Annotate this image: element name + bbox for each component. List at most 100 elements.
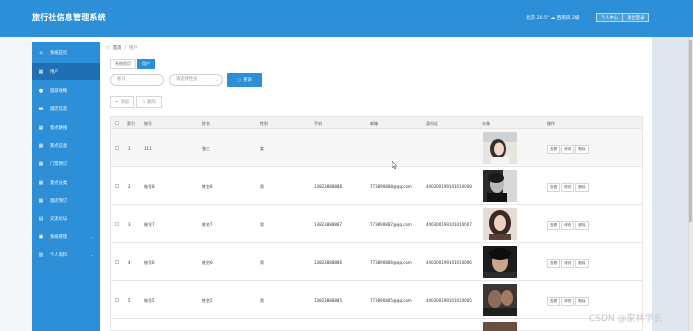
- cell-account: 账号7: [144, 222, 155, 227]
- sidebar-item-label: 景点路线: [50, 125, 68, 131]
- sidebar-item-label: 交流论坛: [50, 216, 68, 222]
- avatar: [483, 284, 517, 316]
- table-row[interactable]: 2 账号8 姓名8 男 13823888888 773890888@qq.com…: [110, 167, 643, 205]
- mouse-cursor-icon: [392, 161, 397, 169]
- cell-name: 姓名5: [202, 298, 213, 303]
- cell-phone: 13823888887: [314, 222, 342, 227]
- table-row[interactable]: 3 账号7 姓名7 男 13823888887 773890887@qq.com…: [110, 205, 643, 243]
- bulb-icon: ●: [38, 87, 44, 94]
- breadcrumb: ♡ 首页 / 用户: [106, 45, 138, 52]
- row-checkbox[interactable]: [115, 298, 119, 302]
- cell-name: 张三: [202, 146, 210, 151]
- sidebar-item-system-management[interactable]: ▣ 系统管理 ⌄: [32, 228, 100, 245]
- table-row[interactable]: 4 账号6 姓名6 男 13823888886 773890886@qq.com…: [110, 243, 643, 281]
- chevron-down-icon: ⌄: [90, 234, 94, 239]
- cell-id-card: 440300199101010005: [426, 298, 472, 303]
- sidebar-item-scenic-category[interactable]: ▦ 景点分类: [32, 174, 100, 191]
- sidebar-item-travel-guide[interactable]: ● 旅游攻略: [32, 82, 100, 99]
- avatar: [483, 322, 517, 331]
- sidebar-item-home[interactable]: ⌂ 系统首页: [32, 44, 100, 61]
- breadcrumb-separator: /: [124, 45, 126, 51]
- add-button[interactable]: + 添加: [110, 96, 134, 108]
- grid-icon: ▦: [38, 124, 44, 131]
- sidebar: ⌂ 系统首页 ▦ 用户 ● 旅游攻略 ▬ 酒店信息 ▦ 景点路线 ▦ 景点信息 …: [32, 42, 100, 331]
- edit-button[interactable]: 修改: [561, 221, 575, 230]
- avatar: [483, 246, 517, 278]
- plus-icon: +: [114, 99, 119, 105]
- table-header: 索引 账号 姓名 性别 手机 邮箱 身份证 头像 操作: [110, 116, 643, 129]
- cell-account: 账号8: [144, 184, 155, 189]
- avatar: [483, 132, 517, 164]
- row-actions: 查看 修改 删除: [547, 183, 589, 192]
- tab-home[interactable]: 系统首页: [110, 59, 136, 69]
- edit-button[interactable]: 修改: [561, 145, 575, 154]
- page-tabs: 系统首页 用户: [110, 59, 156, 69]
- row-actions: 查看 修改 删除: [547, 259, 589, 268]
- profile-center-button[interactable]: 个人中心: [596, 13, 624, 22]
- logout-button[interactable]: 退出登录: [623, 13, 650, 22]
- tab-users[interactable]: 用户: [137, 59, 155, 69]
- cell-index: 3: [128, 222, 131, 227]
- cell-email: 773890888@qq.com: [370, 184, 412, 189]
- home-icon: ⌂: [39, 49, 43, 56]
- cell-name: 姓名7: [202, 222, 213, 227]
- delete-button[interactable]: 删除: [575, 259, 589, 268]
- edit-button[interactable]: 修改: [561, 297, 575, 306]
- grid-icon: ▦: [38, 142, 44, 149]
- search-button[interactable]: ○ 查询: [227, 73, 262, 87]
- row-actions: 查看 修改 删除: [547, 297, 589, 306]
- sidebar-item-label: 酒店预订: [50, 198, 68, 204]
- sidebar-item-scenic-routes[interactable]: ▦ 景点路线: [32, 119, 100, 136]
- column-header: 头像: [482, 121, 490, 126]
- sidebar-item-label: 景点信息: [50, 143, 68, 149]
- select-all-checkbox[interactable]: [115, 121, 119, 125]
- sidebar-item-hotel-info[interactable]: ▬ 酒店信息: [32, 100, 100, 117]
- row-checkbox[interactable]: [115, 146, 119, 150]
- delete-button[interactable]: 删除: [575, 145, 589, 154]
- edit-button[interactable]: 修改: [561, 183, 575, 192]
- sidebar-item-users[interactable]: ▦ 用户: [32, 63, 100, 80]
- sidebar-item-profile[interactable]: ▥ 个人资料 ⌄: [32, 246, 100, 263]
- sidebar-item-label: 门票预订: [50, 161, 68, 167]
- cell-gender: 男: [260, 298, 264, 303]
- sidebar-item-label: 个人资料: [50, 252, 68, 258]
- briefcase-icon: ▣: [38, 233, 44, 240]
- breadcrumb-home[interactable]: 首页: [113, 45, 122, 51]
- top-header: 旅行社信息管理系统 北京 20.5° ☁ 西南风 2级 个人中心 退出登录: [0, 0, 693, 37]
- view-button[interactable]: 查看: [547, 183, 561, 192]
- delete-button-label: 删除: [147, 100, 156, 105]
- sidebar-item-hotel-booking[interactable]: ▦ 酒店预订: [32, 192, 100, 209]
- sidebar-item-forum[interactable]: ▤ 交流论坛: [32, 210, 100, 227]
- delete-button[interactable]: 删除: [575, 297, 589, 306]
- forum-icon: ▤: [38, 215, 44, 222]
- sidebar-item-ticket-booking[interactable]: ▦ 门票预订: [32, 155, 100, 172]
- delete-button[interactable]: 删除: [575, 221, 589, 230]
- column-header: 姓名: [202, 121, 210, 126]
- cell-phone: 13823888886: [314, 260, 342, 265]
- cell-gender: 男: [260, 222, 264, 227]
- sidebar-item-label: 酒店信息: [50, 106, 68, 112]
- cell-id-card: 440300199101010007: [426, 222, 472, 227]
- cell-phone: 13823888885: [314, 298, 342, 303]
- column-header: 账号: [144, 121, 152, 126]
- account-search-input[interactable]: 账号: [110, 74, 164, 86]
- table-row[interactable]: [110, 319, 643, 331]
- edit-button[interactable]: 修改: [561, 259, 575, 268]
- batch-delete-button[interactable]: ▫ 删除: [136, 96, 162, 108]
- view-button[interactable]: 查看: [547, 145, 561, 154]
- heart-icon: ♡: [106, 45, 110, 51]
- table-row[interactable]: 5 账号5 姓名5 男 13823888885 773890885@qq.com…: [110, 281, 643, 319]
- delete-button[interactable]: 删除: [575, 183, 589, 192]
- row-checkbox[interactable]: [115, 260, 119, 264]
- sidebar-item-scenic-info[interactable]: ▦ 景点信息: [32, 137, 100, 154]
- column-header: 性别: [260, 121, 268, 126]
- avatar: [483, 170, 517, 202]
- row-checkbox[interactable]: [115, 222, 119, 226]
- view-button[interactable]: 查看: [547, 259, 561, 268]
- table-row[interactable]: 1 111 张三 女 查看 修改 删除: [110, 129, 643, 167]
- row-checkbox[interactable]: [115, 184, 119, 188]
- view-button[interactable]: 查看: [547, 297, 561, 306]
- scrollbar-thumb[interactable]: [689, 40, 692, 222]
- view-button[interactable]: 查看: [547, 221, 561, 230]
- gender-select[interactable]: 请选择性别 ⌄: [169, 74, 223, 86]
